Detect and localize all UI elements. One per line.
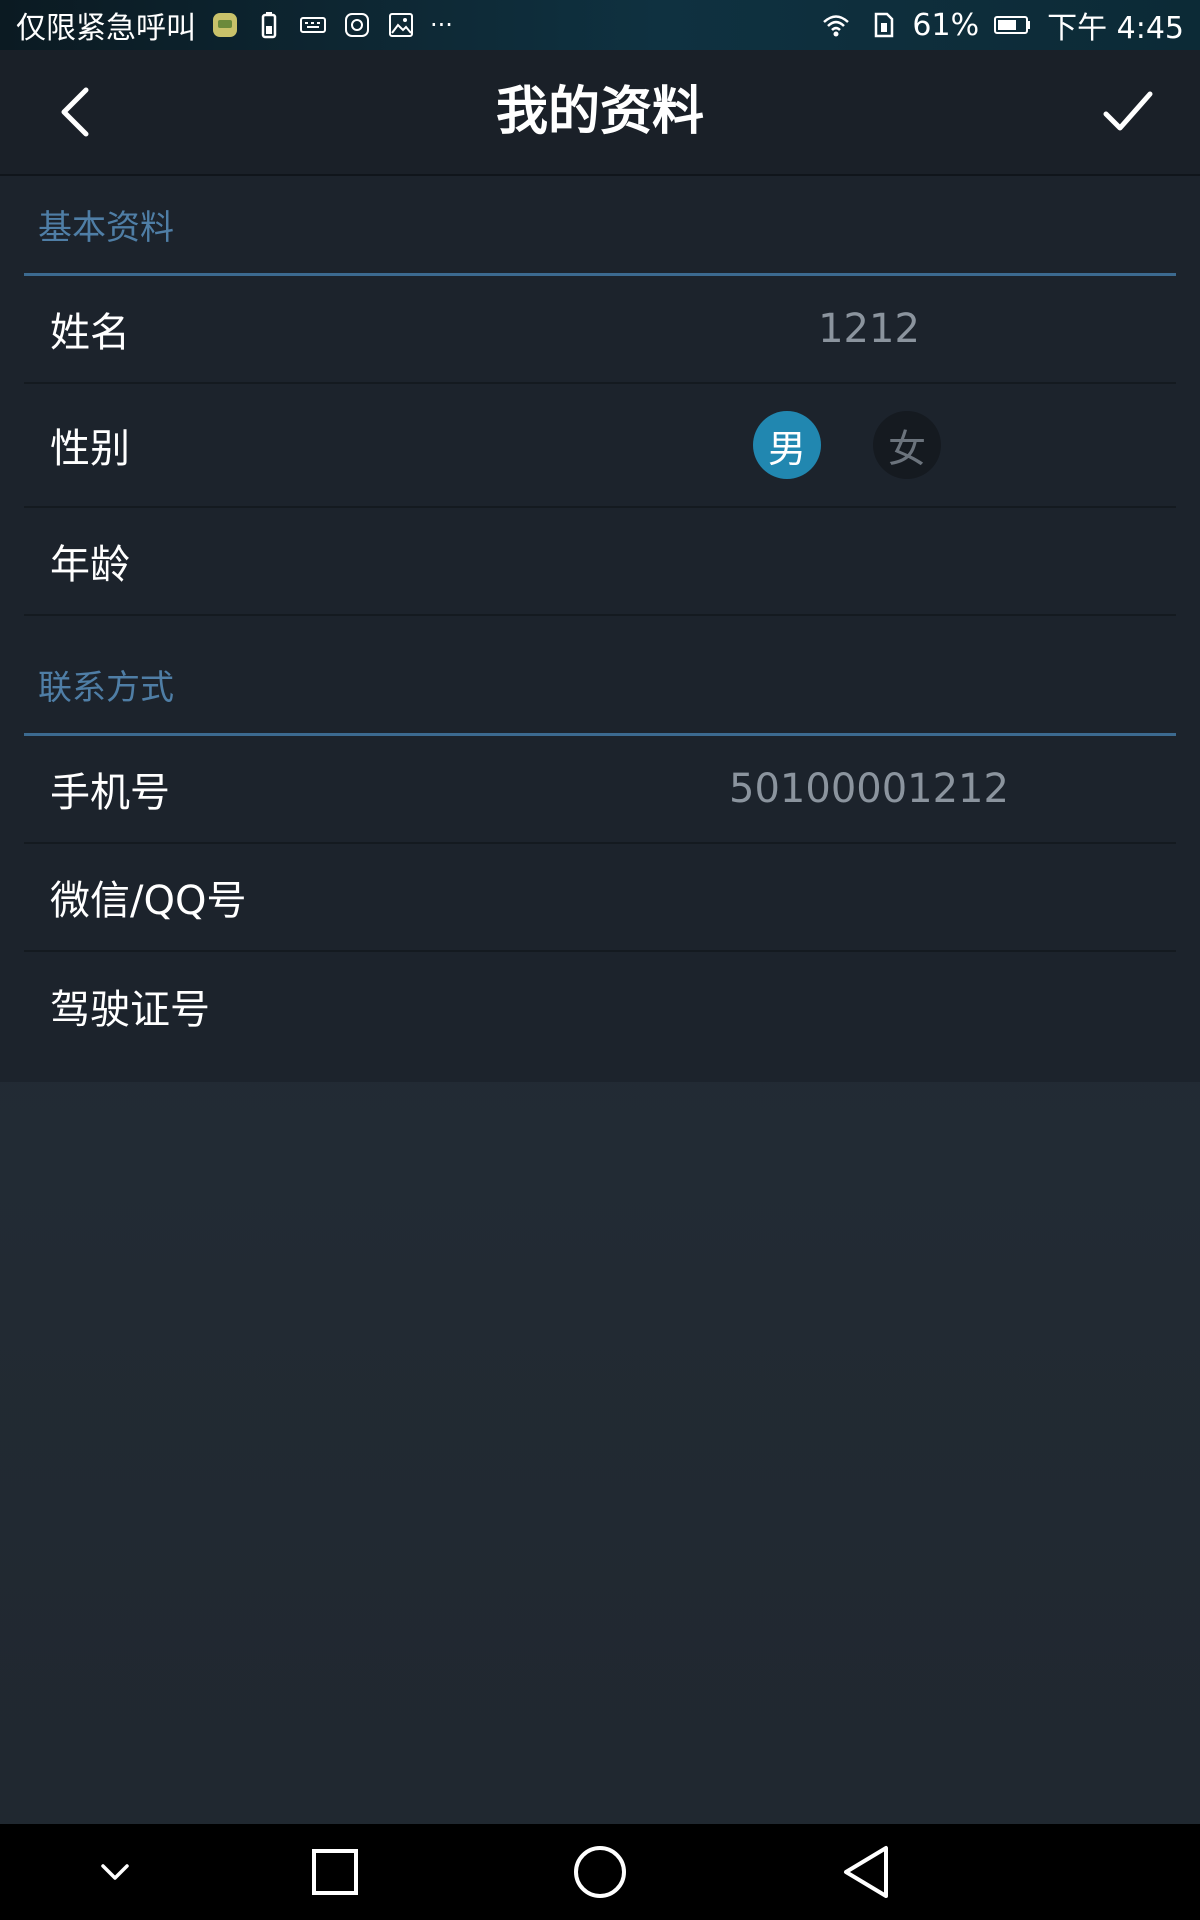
- phone-row[interactable]: 手机号 50100001212: [24, 736, 1176, 844]
- name-label: 姓名: [50, 310, 130, 356]
- image-icon: [389, 13, 413, 37]
- age-row[interactable]: 年龄: [24, 508, 1176, 616]
- profile-form: 基本资料 姓名 1212 性别 男 女 年龄 联系方式 手机号 50100001…: [0, 176, 1200, 1082]
- gender-female-option[interactable]: 女: [873, 411, 941, 479]
- section-title-basic: 基本资料: [38, 208, 174, 248]
- battery-alert-icon: [261, 12, 277, 39]
- chevron-down-icon: [101, 1864, 129, 1880]
- wechat-qq-row[interactable]: 微信/QQ号: [24, 844, 1176, 952]
- gender-row: 性别 男 女: [24, 384, 1176, 508]
- clock: 下午 4:45: [1047, 11, 1184, 46]
- status-right: 61% 下午 4:45: [818, 3, 1184, 47]
- nav-hide-button[interactable]: [79, 1838, 151, 1906]
- age-label: 年龄: [50, 542, 130, 588]
- keyboard-icon: [300, 17, 326, 33]
- confirm-button[interactable]: [1084, 74, 1172, 150]
- gender-male-option[interactable]: 男: [753, 411, 821, 479]
- home-icon: [574, 1846, 626, 1898]
- app-notification-icon: [213, 13, 237, 37]
- name-row[interactable]: 姓名 1212: [24, 276, 1176, 384]
- back-button[interactable]: [40, 74, 112, 150]
- app-header: 我的资料: [0, 50, 1200, 176]
- battery-percent: 61%: [912, 7, 980, 43]
- recent-apps-icon: [312, 1849, 358, 1895]
- license-row[interactable]: 驾驶证号: [24, 952, 1176, 1060]
- nav-home-button[interactable]: [564, 1838, 636, 1906]
- wechat-qq-label: 微信/QQ号: [50, 878, 247, 924]
- section-header-basic: 基本资料: [24, 176, 1176, 276]
- sim-card-icon: [875, 12, 894, 38]
- phone-label: 手机号: [50, 770, 170, 816]
- gender-label: 性别: [50, 426, 130, 472]
- chevron-left-icon: [61, 87, 89, 137]
- page-title: 我的资料: [495, 82, 704, 142]
- gender-male-label: 男: [767, 426, 806, 471]
- back-triangle-icon: [844, 1846, 888, 1898]
- more-notifications-text: ···: [430, 11, 453, 39]
- profile-screen: 仅限紧急呼叫 ··· 61% 下午 4:45 我的资料 基本资料 姓名 1212…: [0, 0, 1200, 1920]
- nav-recent-apps-button[interactable]: [299, 1838, 371, 1906]
- name-field[interactable]: 1212: [644, 306, 1094, 352]
- nav-back-button[interactable]: [830, 1838, 902, 1906]
- battery-icon: [994, 16, 1031, 34]
- status-left: 仅限紧急呼叫 ···: [16, 3, 453, 47]
- section-title-contact: 联系方式: [38, 668, 174, 708]
- phone-field[interactable]: 50100001212: [644, 766, 1094, 812]
- carrier-text: 仅限紧急呼叫: [16, 11, 196, 46]
- checkmark-icon: [1103, 91, 1153, 131]
- wifi-icon: [823, 15, 850, 37]
- license-label: 驾驶证号: [50, 987, 210, 1033]
- camera-app-icon: [345, 13, 369, 37]
- status-bar: 仅限紧急呼叫 ··· 61% 下午 4:45: [0, 0, 1200, 50]
- system-nav-bar: [0, 1824, 1200, 1920]
- section-header-contact: 联系方式: [24, 636, 1176, 736]
- gender-female-label: 女: [887, 426, 926, 471]
